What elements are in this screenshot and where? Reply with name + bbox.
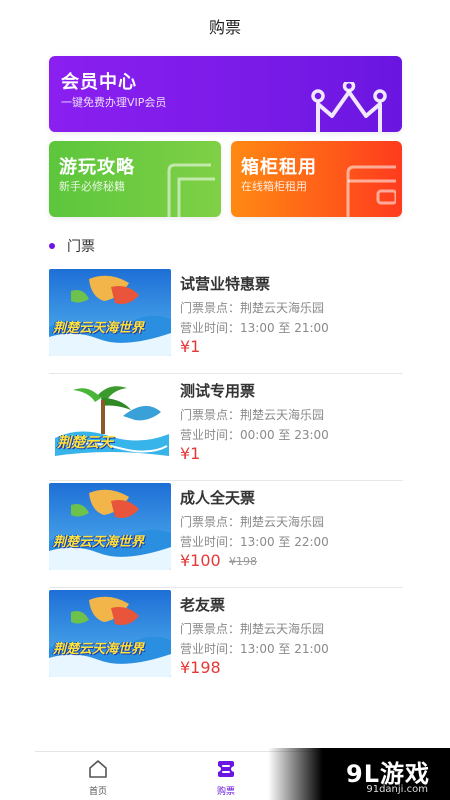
ticket-venue: 门票景点：荆楚云天海乐园 (180, 622, 325, 636)
vip-card-title: 会员中心 (61, 72, 137, 93)
ticket-hours: 营业时间：13:00 至 22:00 (180, 535, 329, 549)
ticket-hours: 营业时间：00:00 至 23:00 (180, 428, 329, 442)
guide-card-subtitle: 新手必修秘籍 (59, 180, 125, 193)
ticket-image: 荆楚云天海世界 (49, 269, 171, 356)
ticket-venue: 门票景点：荆楚云天海乐园 (180, 408, 325, 422)
play-guide-card[interactable]: 游玩攻略 新手必修秘籍 (49, 141, 221, 217)
home-icon (89, 760, 107, 778)
ticket-item[interactable]: 荆楚云天海世界 老友票 门票景点：荆楚云天海乐园 营业时间：13:00 至 21… (49, 588, 403, 695)
card-outline-icon (167, 163, 215, 217)
tab-buy-ticket[interactable]: 购票 (196, 758, 256, 797)
crown-icon (311, 82, 387, 132)
ticket-image-text: 荆楚云天 (57, 435, 113, 451)
tab-buy-label: 购票 (216, 787, 235, 797)
site-watermark: 9L游戏 91danji.com (268, 748, 450, 800)
ticket-list: 荆楚云天海世界 试营业特惠票 门票景点：荆楚云天海乐园 营业时间：13:00 至… (49, 267, 403, 695)
locker-card-title: 箱柜租用 (241, 157, 317, 178)
ticket-image-text: 荆楚云天海世界 (53, 642, 145, 657)
ticket-name: 测试专用票 (180, 382, 256, 400)
ticket-name: 老友票 (180, 596, 226, 614)
locker-card-subtitle: 在线箱柜租用 (241, 180, 307, 193)
tab-home-label: 首页 (88, 787, 107, 797)
ticket-item[interactable]: 荆楚云天海世界 成人全天票 门票景点：荆楚云天海乐园 营业时间：13:00 至 … (49, 481, 403, 588)
guide-card-title: 游玩攻略 (59, 157, 135, 178)
ticket-image-text: 荆楚云天海世界 (53, 321, 145, 336)
ticket-hours: 营业时间：13:00 至 21:00 (180, 642, 329, 656)
ticket-original-price: ¥198 (229, 555, 257, 568)
ticket-price: ¥198 (180, 658, 221, 677)
section-title: 门票 (67, 239, 95, 255)
locker-rental-card[interactable]: 箱柜租用 在线箱柜租用 (231, 141, 402, 217)
app-root: 购票 会员中心 一键免费办理VIP会员 游玩攻略 新手必修秘籍 箱柜租用 在线箱… (0, 0, 450, 800)
wallet-outline-icon (346, 165, 396, 217)
ticket-name: 成人全天票 (180, 489, 256, 507)
tickets-section-header: 门票 (49, 236, 95, 256)
ticket-price: ¥1 (180, 337, 201, 356)
ticket-hours: 营业时间：13:00 至 21:00 (180, 321, 329, 335)
ticket-image: 荆楚云天海世界 (49, 590, 171, 677)
header: 购票 (0, 0, 450, 52)
ticket-venue: 门票景点：荆楚云天海乐园 (180, 301, 325, 315)
ticket-name: 试营业特惠票 (180, 275, 271, 293)
vip-card-subtitle: 一键免费办理VIP会员 (61, 96, 167, 109)
section-dot (49, 243, 55, 249)
ticket-image: 荆楚云天 (49, 376, 171, 463)
ticket-venue: 门票景点：荆楚云天海乐园 (180, 515, 325, 529)
ticket-image-text: 荆楚云天海世界 (53, 535, 145, 550)
ticket-price: ¥100 (180, 551, 221, 570)
page-title: 购票 (208, 18, 241, 37)
ticket-item[interactable]: 荆楚云天 测试专用票 门票景点：荆楚云天海乐园 营业时间：00:00 至 23:… (49, 374, 403, 481)
ticket-price: ¥1 (180, 444, 201, 463)
ticket-item[interactable]: 荆楚云天海世界 试营业特惠票 门票景点：荆楚云天海乐园 营业时间：13:00 至… (49, 267, 403, 374)
watermark-site-text: 91danji.com (366, 784, 428, 795)
ticket-image: 荆楚云天海世界 (49, 483, 171, 570)
vip-center-card[interactable]: 会员中心 一键免费办理VIP会员 (49, 56, 402, 132)
ticket-icon (218, 761, 234, 777)
tab-home[interactable]: 首页 (68, 758, 128, 797)
